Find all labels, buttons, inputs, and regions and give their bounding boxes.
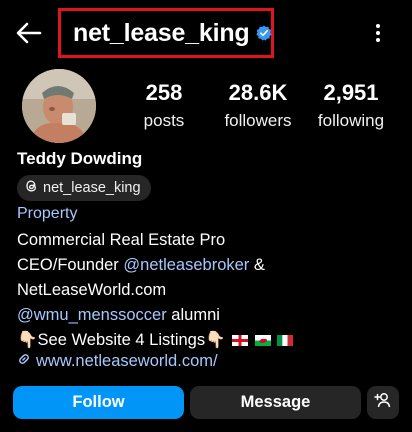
mention-link[interactable]: @wmu_menssoccer: [17, 306, 167, 324]
mention-link[interactable]: @netleasebroker: [123, 256, 249, 274]
message-button[interactable]: Message: [190, 386, 361, 419]
bio-text: See Website 4 Listings: [37, 331, 206, 349]
england-flag-icon: [232, 329, 249, 346]
profile-username: net_lease_king: [73, 18, 250, 47]
bio-text: &: [249, 256, 265, 274]
website-url: www.netleaseworld.com/: [36, 352, 218, 370]
profile-name: Teddy Dowding: [17, 149, 143, 168]
bio-line: NetLeaseWorld.com: [17, 281, 167, 299]
italy-flag-icon: [277, 329, 294, 346]
bio-line: CEO/Founder @netleasebroker &: [17, 253, 397, 278]
stat-followers[interactable]: 28.6K followers: [212, 80, 304, 132]
following-label: following: [317, 111, 385, 130]
threads-handle: net_lease_king: [43, 180, 141, 196]
avatar[interactable]: [22, 69, 96, 143]
posts-label: posts: [143, 111, 185, 130]
verified-badge-icon: [256, 25, 273, 41]
pointing-down-emoji: 👇🏻: [205, 331, 226, 349]
followers-label: followers: [224, 111, 292, 130]
username-highlight-box: net_lease_king: [58, 8, 274, 58]
profile-bio: Commercial Real Estate Pro CEO/Founder @…: [17, 228, 397, 353]
add-user-icon: [374, 392, 392, 413]
more-options-icon[interactable]: [366, 20, 390, 46]
bio-line: @wmu_menssoccer alumni: [17, 303, 397, 328]
link-icon: [17, 350, 31, 372]
followers-count: 28.6K: [228, 80, 288, 105]
back-arrow-icon[interactable]: [14, 18, 44, 48]
threads-badge[interactable]: net_lease_king: [17, 175, 151, 201]
threads-icon: [25, 179, 38, 198]
follow-button[interactable]: Follow: [13, 386, 184, 419]
add-user-button[interactable]: [367, 386, 399, 419]
profile-category: Property: [17, 205, 78, 222]
following-count: 2,951: [323, 80, 379, 105]
wales-flag-icon: [254, 329, 271, 346]
pointing-down-emoji: 👇🏻: [17, 331, 38, 349]
bio-text: CEO/Founder: [17, 256, 124, 274]
bio-text: alumni: [166, 306, 220, 324]
top-bar: net_lease_king: [0, 0, 412, 66]
bio-line: Commercial Real Estate Pro: [17, 231, 226, 249]
posts-count: 258: [145, 80, 183, 105]
website-link[interactable]: www.netleaseworld.com/: [17, 350, 218, 372]
stat-posts[interactable]: 258 posts: [124, 80, 204, 132]
stat-following[interactable]: 2,951 following: [308, 80, 394, 132]
